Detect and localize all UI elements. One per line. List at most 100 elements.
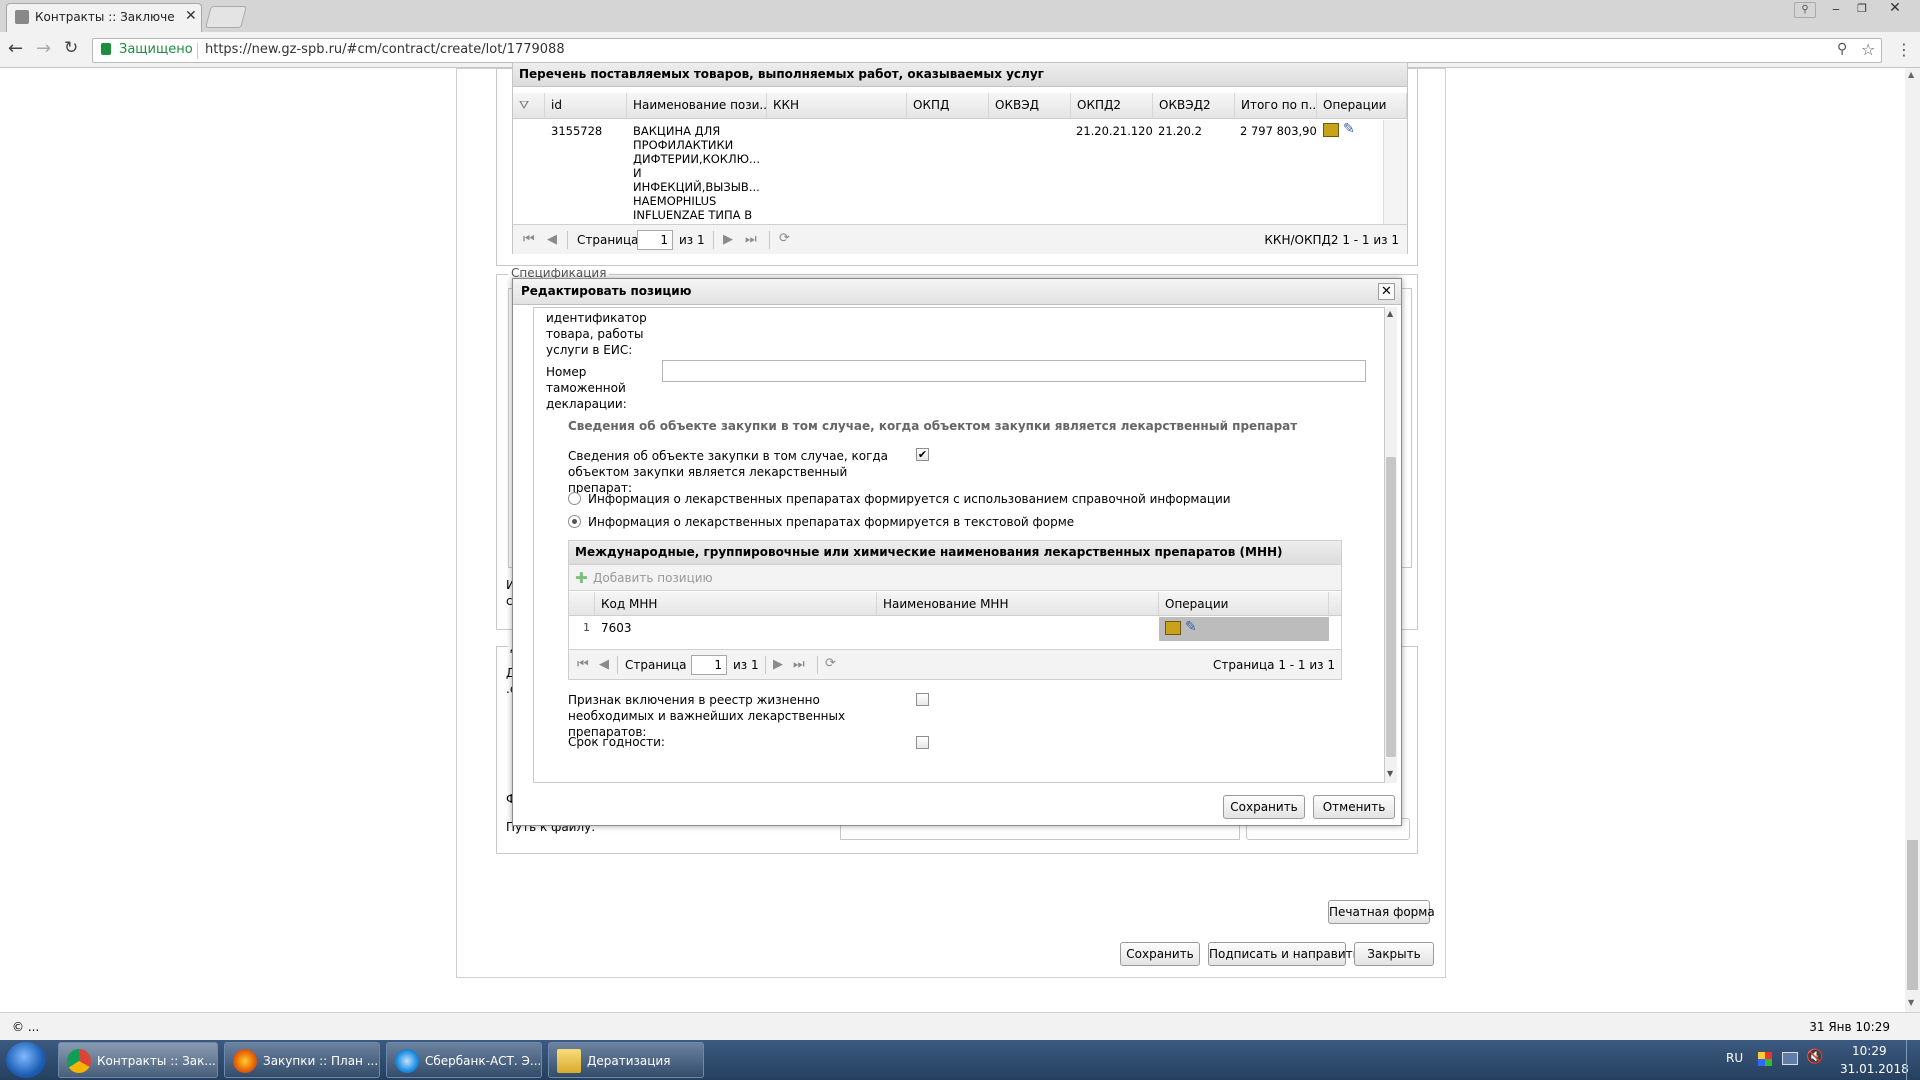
col-kkn[interactable]: ККН (767, 93, 907, 118)
row-mnn-code: 7603 (601, 621, 632, 635)
scroll-down-icon[interactable]: ▼ (1387, 769, 1393, 778)
refresh-icon[interactable]: ⟳ (779, 231, 790, 246)
pager-sep (765, 656, 766, 674)
taskbar-item-label: Контракты :: Зак... (97, 1054, 216, 1068)
tab-close-icon[interactable]: ✕ (185, 8, 197, 24)
save-button[interactable]: Сохранить (1120, 942, 1200, 966)
tray-network-icon[interactable] (1782, 1052, 1798, 1065)
col-mnn-operations[interactable]: Операции (1159, 592, 1329, 615)
next-page-icon[interactable]: ▶ (773, 657, 783, 672)
dialog-cancel-button[interactable]: Отменить (1313, 795, 1395, 819)
registry-label: Признак включения в реестр жизненно необ… (568, 693, 846, 739)
print-form-button[interactable]: Печатная форма (1328, 900, 1435, 924)
col-name[interactable]: Наименование пози... (627, 93, 767, 118)
taskbar-item-folder[interactable]: Дератизация (548, 1042, 704, 1078)
page-input[interactable]: 1 (637, 230, 673, 250)
first-page-icon[interactable]: ⏮ (577, 657, 589, 672)
page-scrollbar-thumb[interactable] (1907, 840, 1918, 990)
pager-sep (769, 231, 770, 249)
first-page-icon[interactable]: ⏮ (523, 232, 535, 247)
page-input[interactable]: 1 (691, 655, 727, 675)
edit-icon[interactable]: ✎ (1185, 619, 1197, 635)
radio-text-form[interactable] (568, 515, 581, 528)
col-okved[interactable]: ОКВЭД (989, 93, 1071, 118)
dialog-scrollbar[interactable]: ▲ ▼ (1385, 307, 1397, 783)
tray-volume-icon[interactable]: 🔇 (1806, 1049, 1823, 1065)
col-id[interactable]: id (545, 93, 627, 118)
pager-summary: Страница 1 - 1 из 1 (1213, 658, 1335, 672)
dialog-scrollbar-thumb[interactable] (1386, 457, 1396, 757)
row-number: 1 (583, 621, 590, 634)
next-page-icon[interactable]: ▶ (723, 232, 733, 247)
delete-icon[interactable] (1323, 123, 1339, 137)
tab-contracts[interactable]: Контракты :: Заключени ✕ (6, 3, 202, 32)
edit-icon[interactable]: ✎ (1343, 121, 1355, 137)
taskbar-item-firefox[interactable]: Закупки :: План ... (224, 1042, 380, 1078)
radio-reference-info[interactable] (568, 492, 581, 505)
last-page-icon[interactable]: ⏭ (793, 657, 805, 672)
chrome-icon (67, 1049, 91, 1073)
clock-time[interactable]: 10:29 (1852, 1044, 1887, 1058)
refresh-icon[interactable]: ⟳ (825, 656, 836, 671)
window-close-icon[interactable]: ✕ (1882, 0, 1908, 18)
zoom-icon[interactable]: ⚲ (1837, 41, 1847, 57)
address-bar[interactable]: Защищено https://new.gz-spb.ru/#cm/contr… (92, 38, 1882, 63)
minimize-icon[interactable]: ‒ (1826, 2, 1846, 18)
registry-checkbox[interactable] (916, 693, 929, 706)
language-indicator[interactable]: RU (1726, 1051, 1743, 1065)
col-okved2[interactable]: ОКВЭД2 (1153, 93, 1235, 118)
delete-icon[interactable] (1165, 621, 1181, 635)
drug-checkbox[interactable]: ✔ (916, 448, 929, 461)
scroll-down-icon[interactable]: ▼ (1908, 998, 1914, 1007)
table-row[interactable]: 1 7603 ✎ (569, 617, 1341, 641)
close-button[interactable]: Закрыть (1354, 942, 1434, 966)
col-mnn-code[interactable]: Код МНН (595, 592, 877, 615)
back-icon[interactable]: ← (8, 38, 23, 59)
col-okpd[interactable]: ОКПД (907, 93, 989, 118)
last-page-icon[interactable]: ⏭ (745, 232, 757, 247)
row-id: 3155728 (551, 124, 603, 138)
radio-text-label: Информация о лекарственных препаратах фо… (588, 515, 1075, 529)
sign-send-button[interactable]: Подписать и направить (1208, 942, 1360, 966)
taskbar-item-chrome[interactable]: Контракты :: Зак... (58, 1042, 218, 1078)
customs-input[interactable] (662, 360, 1366, 382)
dialog-close-icon[interactable]: ✕ (1378, 283, 1395, 300)
col-mnn-name[interactable]: Наименование МНН (877, 592, 1159, 615)
prev-page-icon[interactable]: ◀ (599, 657, 609, 672)
expiry-checkbox[interactable] (916, 736, 929, 749)
tray-flag-icon[interactable] (1758, 1052, 1772, 1066)
forward-icon[interactable]: → (36, 38, 51, 59)
add-position-button[interactable]: ✚ Добавить позицию (569, 565, 1341, 591)
bookmark-star-icon[interactable]: ☆ (1861, 40, 1875, 59)
scroll-up-icon[interactable]: ▲ (1387, 309, 1393, 318)
pager-page-label: Страница (625, 658, 687, 672)
col-okpd2[interactable]: ОКПД2 (1071, 93, 1153, 118)
col-operations[interactable]: Операции (1317, 93, 1407, 118)
show-desktop-button[interactable] (1906, 1040, 1920, 1080)
start-button-icon[interactable] (6, 1042, 46, 1078)
col-total[interactable]: Итого по п... (1235, 93, 1317, 118)
status-right: 31 Янв 10:29 (1809, 1020, 1890, 1034)
table-row[interactable]: 3155728 ВАКЦИНА ДЛЯ ПРОФИЛАКТИКИ ДИФТЕРИ… (513, 120, 1383, 224)
scroll-up-icon[interactable]: ▲ (1908, 70, 1914, 79)
goods-grid-scrollbar[interactable] (1383, 120, 1407, 224)
drug-checkbox-label: Сведения об объекте закупки в том случае… (568, 449, 889, 495)
taskbar-item-ie[interactable]: Сбербанк-АСТ. Э... (386, 1042, 542, 1078)
user-icon[interactable]: ⚲ (1794, 2, 1816, 18)
clock-date[interactable]: 31.01.2018 (1840, 1062, 1909, 1076)
pager-summary: ККН/ОКПД2 1 - 1 из 1 (1264, 233, 1399, 247)
filter-icon[interactable]: ⛛ (513, 93, 545, 118)
operations-cell: ✎ (1159, 617, 1329, 641)
url-text[interactable]: https://new.gz-spb.ru/#cm/contract/creat… (205, 42, 565, 57)
prev-page-icon[interactable]: ◀ (547, 232, 557, 247)
browser-tab-bar: Контракты :: Заключени ✕ ⚲ ‒ ❐ ✕ (0, 0, 1920, 32)
row-okpd2: 21.20.21.120 (1076, 124, 1153, 138)
dialog-save-button[interactable]: Сохранить (1223, 795, 1305, 819)
omnibox-divider (197, 43, 198, 59)
reload-icon[interactable]: ↻ (64, 38, 78, 58)
menu-icon[interactable]: ⋮ (1896, 40, 1912, 59)
new-tab-button[interactable] (205, 6, 247, 28)
mnn-grid-header: Код МНН Наименование МНН Операции (569, 592, 1341, 616)
windows-taskbar: Контракты :: Зак... Закупки :: План ... … (0, 1040, 1920, 1080)
restore-icon[interactable]: ❐ (1852, 2, 1872, 18)
